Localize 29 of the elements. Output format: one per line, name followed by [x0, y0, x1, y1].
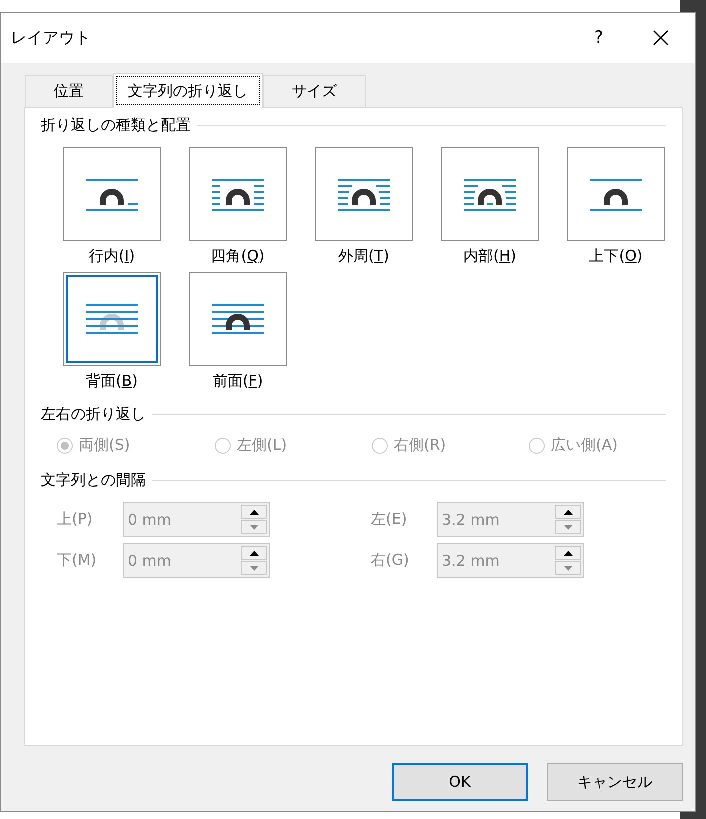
section-heading: 左右の折り返し	[41, 405, 146, 424]
option-label: 四角(Q)	[211, 247, 265, 266]
wrap-option-tile[interactable]	[441, 147, 539, 241]
help-button[interactable]: ?	[579, 18, 619, 58]
wrap-option-tile[interactable]	[189, 272, 287, 366]
option-label: 内部(H)	[464, 247, 516, 266]
dialog-button[interactable]: キャンセル	[547, 763, 683, 801]
option-label: 外周(T)	[338, 247, 390, 266]
section-heading: 文字列との間隔	[41, 471, 146, 490]
option-label: 行内(I)	[88, 247, 136, 266]
window-title: レイアウト	[11, 28, 92, 48]
field-label: 左(E)	[371, 510, 408, 529]
dialog-button[interactable]: OK	[392, 763, 528, 801]
field-label: 右(G)	[371, 551, 410, 570]
wrap-option-tile[interactable]	[189, 147, 287, 241]
tab[interactable]: 文字列の折り返し	[113, 73, 263, 108]
wrap-option-tile[interactable]	[315, 147, 413, 241]
tab[interactable]: サイズ	[263, 75, 366, 107]
option-label: 上下(O)	[589, 247, 643, 266]
wrap-option-tile[interactable]	[63, 272, 161, 366]
wrap-option-tile[interactable]	[567, 147, 665, 241]
section-heading: 折り返しの種類と配置	[41, 116, 191, 135]
wrap-option-tile[interactable]	[63, 147, 161, 241]
tab[interactable]: 位置	[25, 75, 113, 107]
field-label: 上(P)	[57, 510, 94, 529]
close-icon	[653, 30, 669, 46]
option-label: 背面(B)	[86, 372, 138, 391]
field-label: 下(M)	[57, 551, 98, 570]
option-label: 前面(F)	[212, 372, 264, 391]
